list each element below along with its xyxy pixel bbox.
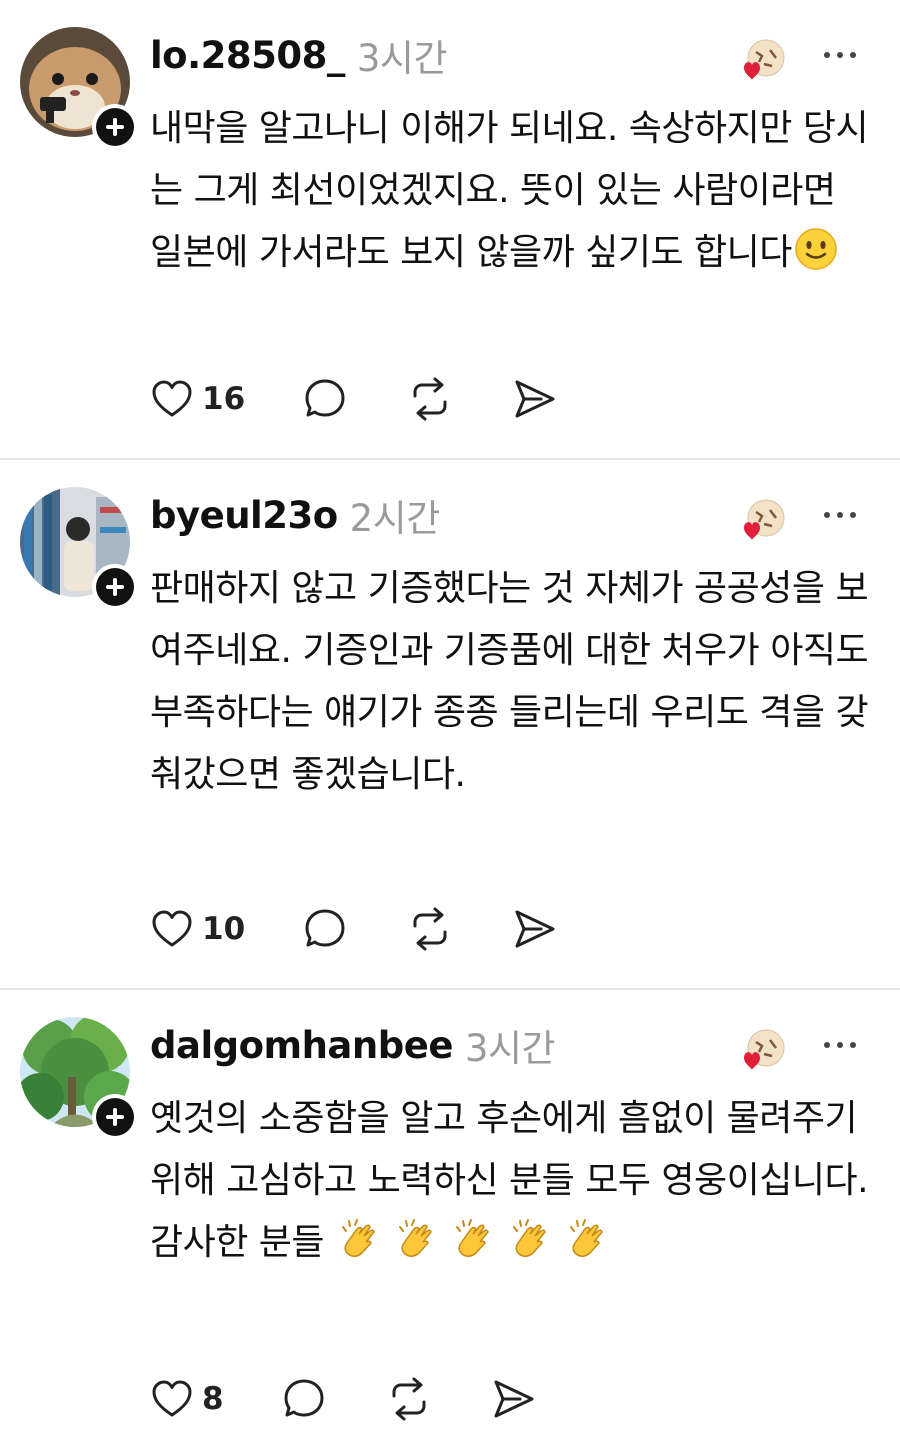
author-liked-icon: [730, 498, 790, 544]
comment-text-content: 내막을 알고나니 이해가 되네요. 속상하지만 당시는 그게 최선이었겠지요. …: [150, 108, 869, 273]
like-button[interactable]: 8: [150, 1374, 224, 1424]
clapping-hands-icon: [451, 1217, 495, 1281]
like-count: 10: [202, 911, 246, 947]
comment-post: dalgomhanbee 3시간 옛것의 소중함을 알고 후손에게 흠없이 물려…: [0, 990, 900, 1448]
like-button[interactable]: 16: [150, 374, 245, 424]
timestamp: 2시간: [349, 497, 441, 540]
repost-button[interactable]: [386, 1374, 432, 1424]
repost-button[interactable]: [407, 374, 453, 424]
repost-icon: [413, 907, 447, 951]
clapping-hands-icon: [394, 1217, 438, 1281]
action-bar: 16: [150, 374, 557, 424]
comment-text: 판매하지 않고 기증했다는 것 자체가 공공성을 보여주네요. 기증인과 기증품…: [150, 558, 875, 806]
action-bar: 8: [150, 1374, 536, 1424]
username[interactable]: dalgomhanbee: [150, 1024, 453, 1067]
heart-icon: [152, 910, 192, 947]
send-icon: [515, 910, 555, 948]
action-bar: 10: [150, 904, 557, 954]
plus-icon: [96, 1098, 134, 1136]
author-liked-icon: [730, 1028, 790, 1074]
comment-post: lo.28508_ 3시간 내막을 알고나니 이해가 되네요. 속상하지만 당시…: [0, 0, 900, 458]
send-icon: [494, 1380, 534, 1418]
repost-icon: [413, 377, 447, 421]
comment-header: byeul23o 2시간: [150, 490, 441, 541]
share-button[interactable]: [490, 1374, 536, 1424]
reply-button[interactable]: [303, 374, 349, 424]
clapping-hands-icon: [508, 1217, 552, 1281]
follow-button[interactable]: [92, 564, 138, 610]
comment-icon: [284, 1379, 324, 1417]
like-count: 16: [202, 381, 246, 417]
repost-icon: [392, 1377, 426, 1421]
follow-button[interactable]: [92, 1094, 138, 1140]
more-options-icon[interactable]: [818, 500, 862, 530]
comment-header: dalgomhanbee 3시간: [150, 1020, 556, 1071]
follow-button[interactable]: [92, 104, 138, 150]
plus-icon: [96, 108, 134, 146]
comment-post: byeul23o 2시간 판매하지 않고 기증했다는 것 자체가 공공성을 보여…: [0, 460, 900, 988]
send-icon: [515, 380, 555, 418]
repost-button[interactable]: [407, 904, 453, 954]
plus-icon: [96, 568, 134, 606]
heart-icon: [152, 380, 192, 417]
clapping-hands-icon: [337, 1217, 381, 1281]
comment-header: lo.28508_ 3시간: [150, 30, 448, 81]
more-options-icon[interactable]: [818, 1030, 862, 1060]
timestamp: 3시간: [356, 37, 448, 80]
comment-icon: [305, 909, 345, 947]
more-options-icon[interactable]: [818, 40, 862, 70]
timestamp: 3시간: [464, 1027, 556, 1070]
share-button[interactable]: [511, 904, 557, 954]
reply-button[interactable]: [282, 1374, 328, 1424]
comment-text: 옛것의 소중함을 알고 후손에게 흠없이 물려주기 위해 고심하고 노력하신 분…: [150, 1088, 875, 1281]
comment-text: 내막을 알고나니 이해가 되네요. 속상하지만 당시는 그게 최선이었겠지요. …: [150, 98, 875, 291]
clapping-hands-icon: [565, 1217, 609, 1281]
heart-icon: [152, 1380, 192, 1417]
slightly-smiling-face-icon: [794, 227, 838, 291]
username[interactable]: byeul23o: [150, 494, 338, 537]
author-liked-icon: [730, 38, 790, 84]
like-count: 8: [202, 1381, 224, 1417]
comment-icon: [305, 379, 345, 417]
comment-text-content: 판매하지 않고 기증했다는 것 자체가 공공성을 보여주네요. 기증인과 기증품…: [150, 568, 869, 795]
username[interactable]: lo.28508_: [150, 34, 345, 77]
reply-button[interactable]: [303, 904, 349, 954]
share-button[interactable]: [511, 374, 557, 424]
like-button[interactable]: 10: [150, 904, 245, 954]
